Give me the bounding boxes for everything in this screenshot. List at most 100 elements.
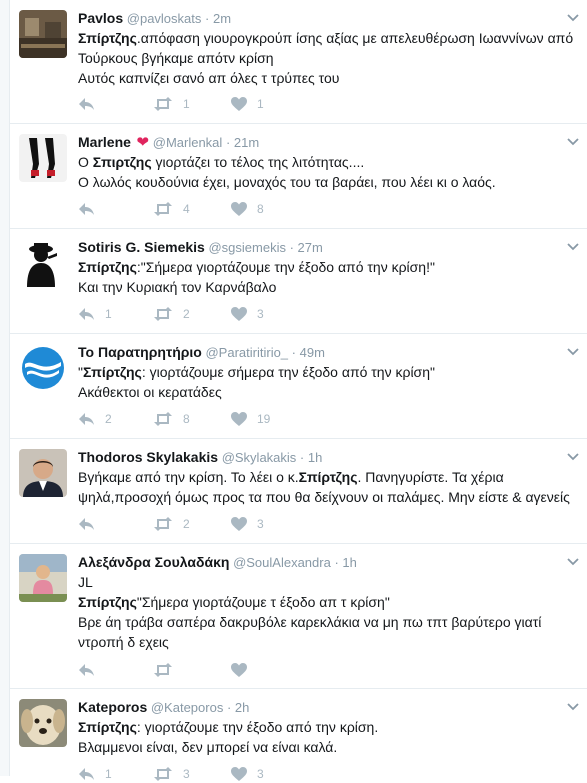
avatar[interactable] xyxy=(19,10,67,58)
tweet-header: Thodoros Skylakakis @Skylakakis 1h xyxy=(78,448,571,467)
user-handle[interactable]: @Skylakakis xyxy=(222,450,297,465)
text-segment: Ακάθεκτοι οι κερατάδες xyxy=(78,384,222,400)
user-handle[interactable]: @sgsiemekis xyxy=(208,240,286,255)
retweet-count: 2 xyxy=(183,307,190,321)
timestamp[interactable]: 1h xyxy=(334,555,356,570)
text-segment: JL xyxy=(78,574,93,590)
highlighted-keyword: Σπίρτζης xyxy=(78,594,137,610)
timestamp[interactable]: 2m xyxy=(205,11,231,26)
tweet[interactable]: Marlene ❤ @Marlenkal 21m Ο Σπιρτζης γιορ… xyxy=(9,124,587,229)
retweet-icon xyxy=(154,307,172,321)
timestamp[interactable]: 1h xyxy=(300,450,322,465)
tweet-text-line: Σπίρτζης"Σήμερα γιορτάζουμε τ έξοδο απ τ… xyxy=(78,592,571,612)
tweet-text-line: Βλαμμενοι είναι, δεν μπορεί να είναι καλ… xyxy=(78,737,571,757)
retweet-button[interactable]: 2 xyxy=(153,517,195,531)
reply-button[interactable]: 1 xyxy=(78,767,117,781)
reply-button[interactable] xyxy=(78,202,117,216)
like-button[interactable]: 3 xyxy=(231,307,269,321)
user-handle[interactable]: @SoulAlexandra xyxy=(233,555,331,570)
reply-button[interactable] xyxy=(78,517,117,531)
timestamp[interactable]: 21m xyxy=(226,135,259,150)
like-button[interactable]: 3 xyxy=(231,767,269,781)
tweet-text-line: ντροπή δ εχεις xyxy=(78,632,571,652)
like-button[interactable]: 8 xyxy=(231,202,269,216)
text-segment: Βλαμμενοι είναι, δεν μπορεί να είναι καλ… xyxy=(78,739,338,755)
chevron-down-icon[interactable] xyxy=(565,554,581,570)
retweet-button[interactable]: 1 xyxy=(153,97,195,111)
reply-button[interactable] xyxy=(78,663,117,677)
chevron-down-icon[interactable] xyxy=(565,449,581,465)
user-handle[interactable]: @pavloskats xyxy=(127,11,202,26)
tweet-text-line: "Σπίρτζης: γιορτάζουμε σήμερα την έξοδο … xyxy=(78,362,571,382)
display-name[interactable]: Sotiris G. Siemekis xyxy=(78,239,205,255)
avatar[interactable] xyxy=(19,239,67,287)
tweet-actions xyxy=(78,661,305,679)
avatar[interactable] xyxy=(19,449,67,497)
retweet-count: 1 xyxy=(183,97,190,111)
text-segment: : γιορτάζουμε σήμερα την έξοδο από την κ… xyxy=(141,364,435,380)
heart-icon xyxy=(231,517,247,531)
display-name[interactable]: Marlene xyxy=(78,134,131,150)
tweet-feed: Pavlos @pavloskats 2m Σπίρτζης.απόφαση γ… xyxy=(9,0,587,781)
highlighted-keyword: Σπίρτζης xyxy=(78,719,137,735)
display-name[interactable]: Thodoros Skylakakis xyxy=(78,449,218,465)
tweet-actions: 1 3 3 xyxy=(78,765,305,783)
avatar[interactable] xyxy=(19,134,67,182)
retweet-button[interactable]: 3 xyxy=(153,767,195,781)
chevron-down-icon[interactable] xyxy=(565,344,581,360)
tweet[interactable]: Thodoros Skylakakis @Skylakakis 1h Βγήκα… xyxy=(9,439,587,544)
retweet-count: 4 xyxy=(183,202,190,216)
like-count: 1 xyxy=(257,97,264,111)
retweet-icon xyxy=(154,412,172,426)
tweet[interactable]: Sotiris G. Siemekis @sgsiemekis 27m Σπίρ… xyxy=(9,229,587,334)
retweet-button[interactable]: 2 xyxy=(153,307,195,321)
user-handle[interactable]: @Marlenkal xyxy=(153,135,223,150)
tweet[interactable]: Kateporos @Kateporos 2h Σπίρτζης: γιορτά… xyxy=(9,689,587,781)
reply-icon xyxy=(79,518,94,530)
display-name[interactable]: Pavlos xyxy=(78,10,123,26)
tweet-text: Σπίρτζης.απόφαση γιουρογκρούπ ίσης αξίας… xyxy=(78,28,573,88)
like-button[interactable]: 3 xyxy=(231,517,269,531)
tweet-text: Ο Σπιρτζης γιορτάζει το τέλος της λιτότη… xyxy=(78,152,571,192)
user-handle[interactable]: @Paratiritirio_ xyxy=(205,345,288,360)
tweet-text-line: Και την Κυριακή τον Καρνάβαλο xyxy=(78,277,571,297)
chevron-down-icon[interactable] xyxy=(565,134,581,150)
timestamp[interactable]: 49m xyxy=(292,345,325,360)
retweet-count: 2 xyxy=(183,517,190,531)
reply-button[interactable] xyxy=(78,97,117,111)
chevron-down-icon[interactable] xyxy=(565,10,581,26)
tweet-header: Marlene ❤ @Marlenkal 21m xyxy=(78,133,571,152)
avatar[interactable] xyxy=(19,344,67,392)
tweet-text-line: JL xyxy=(78,572,571,592)
display-name[interactable]: Αλεξάνδρα Σουλαδάκη xyxy=(78,554,229,570)
retweet-button[interactable]: 4 xyxy=(153,202,195,216)
tweet[interactable]: Αλεξάνδρα Σουλαδάκη @SoulAlexandra 1h JL… xyxy=(9,544,587,689)
chevron-down-icon[interactable] xyxy=(565,239,581,255)
text-segment: : γιορτάζουμε την έξοδο από την κρίση. xyxy=(136,719,379,735)
avatar[interactable] xyxy=(19,699,67,747)
text-segment: "Σήμερα γιορτάζουμε τ έξοδο απ τ κρίση" xyxy=(136,594,390,610)
display-name[interactable]: Kateporos xyxy=(78,699,147,715)
chevron-down-icon[interactable] xyxy=(565,699,581,715)
timestamp[interactable]: 2h xyxy=(227,700,249,715)
tweet-header: Pavlos @pavloskats 2m xyxy=(78,9,571,28)
retweet-button[interactable] xyxy=(153,663,195,677)
tweet-header: Αλεξάνδρα Σουλαδάκη @SoulAlexandra 1h xyxy=(78,553,571,572)
like-button[interactable] xyxy=(231,663,269,677)
reply-button[interactable]: 1 xyxy=(78,307,117,321)
tweet-text-line: Ο λωλός κουδούνια έχει, μοναχός του τα β… xyxy=(78,172,571,192)
reply-icon xyxy=(79,308,94,320)
avatar[interactable] xyxy=(19,554,67,602)
user-handle[interactable]: @Kateporos xyxy=(151,700,223,715)
tweet[interactable]: Pavlos @pavloskats 2m Σπίρτζης.απόφαση γ… xyxy=(9,0,587,124)
text-segment: ψηλά,προσοχή όμως προς τα που θα δείχνου… xyxy=(78,489,570,505)
tweet-actions: 1 2 3 xyxy=(78,305,305,323)
highlighted-keyword: Σπιρτζης xyxy=(92,154,152,170)
like-button[interactable]: 19 xyxy=(231,412,270,426)
tweet[interactable]: Το Παρατηρητήριο @Paratiritirio_ 49m "Σπ… xyxy=(9,334,587,439)
reply-button[interactable]: 2 xyxy=(78,412,117,426)
timestamp[interactable]: 27m xyxy=(290,240,323,255)
display-name[interactable]: Το Παρατηρητήριο xyxy=(78,344,202,360)
like-button[interactable]: 1 xyxy=(231,97,269,111)
retweet-button[interactable]: 8 xyxy=(153,412,195,426)
